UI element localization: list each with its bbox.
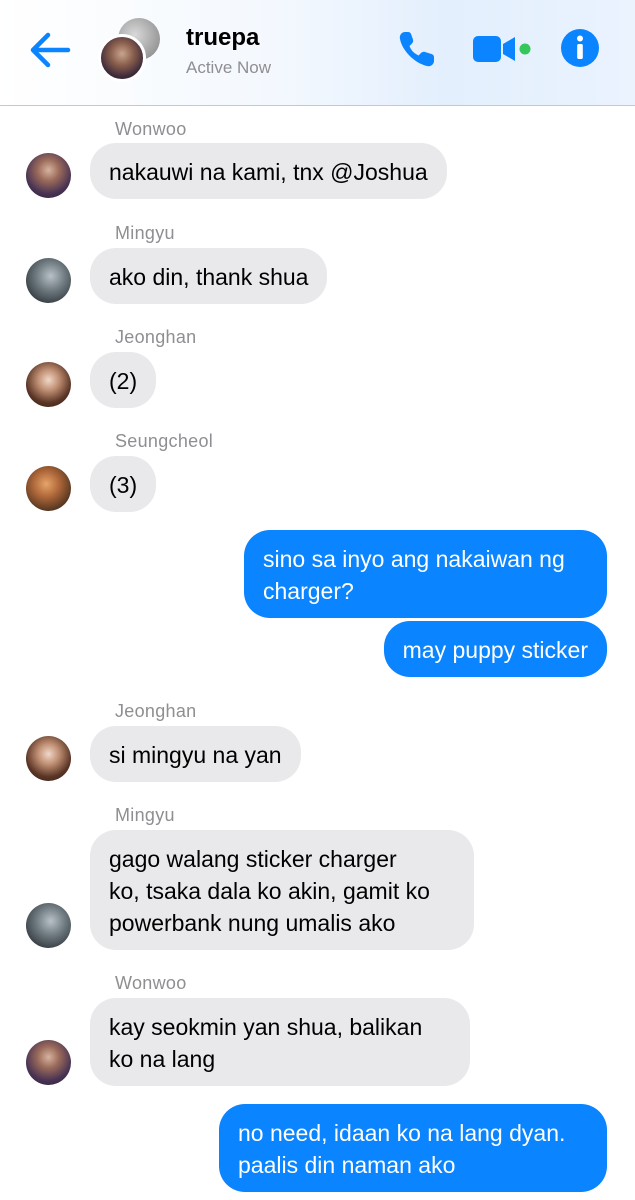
avatar-seungcheol[interactable] (26, 466, 71, 511)
message-text-line: sino sa inyo ang nakaiwan ng (263, 546, 565, 572)
sender-name: Jeonghan (115, 701, 197, 721)
message-text: (3) (109, 472, 138, 498)
message-text: si mingyu na yan (109, 742, 282, 768)
message-text-line: powerbank nung umalis ako (109, 910, 396, 936)
back-arrow-icon (30, 32, 71, 68)
active-status: Active Now (186, 58, 272, 77)
avatar-mingyu[interactable] (26, 903, 71, 948)
message-bubble[interactable]: (2) (90, 352, 157, 408)
group-avatar-member (98, 34, 146, 82)
message-text-line: ko, tsaka dala ko akin, gamit ko (109, 878, 430, 904)
info-icon (561, 29, 599, 67)
sender-name: Mingyu (115, 223, 175, 243)
message-bubble[interactable]: kay seokmin yan shua, balikan ko na lang (90, 998, 470, 1086)
message-bubble-outgoing[interactable]: sino sa inyo ang nakaiwan ng charger? (244, 530, 607, 618)
message-bubble-outgoing[interactable]: no need, idaan ko na lang dyan. paalis d… (219, 1104, 607, 1192)
avatar-jeonghan[interactable] (26, 736, 71, 781)
message-text-line: gago walang sticker charger (109, 846, 397, 872)
message-bubble[interactable]: ako din, thank shua (90, 248, 328, 304)
message-text-line: charger? (263, 578, 354, 604)
message-text-line: ko na lang (109, 1046, 216, 1072)
sender-name: Wonwoo (115, 973, 187, 993)
message-text: may puppy sticker (402, 637, 588, 663)
sender-name: Seungcheol (115, 431, 214, 451)
message-bubble[interactable]: (3) (90, 456, 157, 512)
back-button[interactable] (28, 30, 72, 70)
sender-name: Mingyu (115, 805, 175, 825)
sender-name: Jeonghan (115, 327, 197, 347)
group-avatar[interactable] (98, 16, 164, 82)
avatar-jeonghan[interactable] (26, 362, 71, 407)
info-button[interactable] (560, 28, 600, 68)
message-text-line: no need, idaan ko na lang dyan. (238, 1120, 566, 1146)
phone-icon (399, 32, 434, 67)
chat-header: truepa Active Now (0, 0, 635, 106)
message-text: (2) (109, 368, 138, 394)
message-text: ako din, thank shua (109, 264, 309, 290)
message-bubble[interactable]: gago walang sticker charger ko, tsaka da… (90, 830, 474, 950)
message-text-line: kay seokmin yan shua, balikan (109, 1014, 423, 1040)
message-bubble-outgoing[interactable]: may puppy sticker (383, 621, 607, 677)
avatar-wonwoo[interactable] (26, 1040, 71, 1085)
message-text-line: paalis din naman ako (238, 1152, 456, 1178)
message-bubble[interactable]: si mingyu na yan (90, 726, 301, 782)
message-bubble[interactable]: nakauwi na kami, tnx @Joshua (90, 143, 447, 199)
message-text: nakauwi na kami, tnx @Joshua (109, 159, 428, 185)
avatar-mingyu[interactable] (26, 258, 71, 303)
sender-name: Wonwoo (115, 119, 187, 139)
video-call-button[interactable] (472, 34, 536, 64)
call-button[interactable] (396, 28, 438, 70)
chat-title[interactable]: truepa (186, 24, 259, 52)
video-camera-icon (473, 36, 531, 62)
avatar-wonwoo[interactable] (26, 153, 71, 198)
